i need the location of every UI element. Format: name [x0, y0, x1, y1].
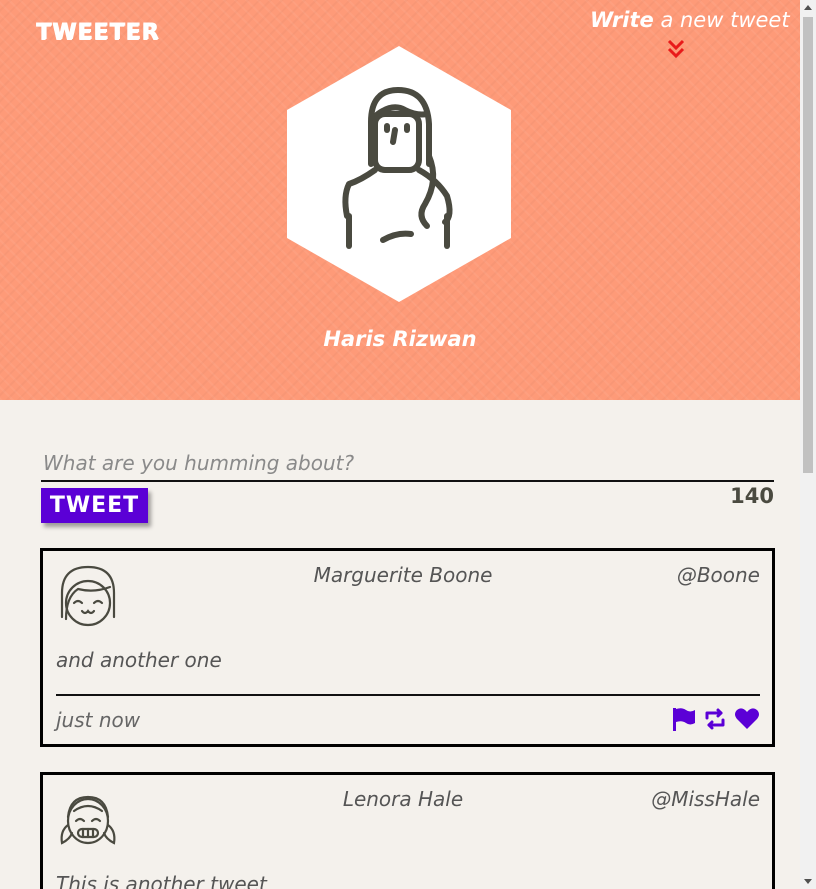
heart-icon[interactable]: [734, 706, 760, 732]
tweet-card: Lenora Hale @MissHale This is another tw…: [40, 772, 775, 889]
profile-name: Haris Rizwan: [323, 327, 477, 351]
tweet-actions: [670, 706, 760, 732]
tweet-card: Marguerite Boone @Boone and another one …: [40, 548, 775, 747]
flag-icon[interactable]: [670, 706, 696, 732]
chevron-double-down-icon[interactable]: [665, 38, 687, 60]
tweet-divider: [56, 694, 760, 696]
tweet-timestamp: just now: [56, 708, 141, 732]
tweet-author-handle[interactable]: @MissHale: [651, 787, 760, 811]
write-new-tweet-link[interactable]: Write a new tweet: [590, 8, 790, 32]
brand-logo[interactable]: TWEETER: [36, 20, 159, 45]
tweet-author-name[interactable]: Marguerite Boone: [273, 563, 533, 587]
user-avatar: [60, 795, 116, 845]
tweet-text: and another one: [56, 648, 222, 672]
scroll-up-arrow-icon[interactable]: [800, 0, 816, 16]
scroll-down-arrow-icon[interactable]: [800, 873, 816, 889]
page: TWEETER Write a new tweet Haris Rizwan W…: [0, 0, 800, 889]
tweet-submit-button[interactable]: TWEET: [41, 488, 148, 523]
write-link-text: a new tweet: [653, 8, 790, 32]
tweet-author-name[interactable]: Lenora Hale: [273, 787, 533, 811]
tweet-compose-input[interactable]: [41, 446, 774, 482]
scrollbar-thumb[interactable]: [803, 17, 813, 473]
tweet-text: This is another tweet: [56, 872, 267, 889]
profile-header: TWEETER Write a new tweet Haris Rizwan: [0, 0, 800, 400]
user-avatar: [60, 565, 116, 627]
retweet-icon[interactable]: [702, 706, 728, 732]
write-link-bold: Write: [590, 8, 654, 32]
profile-avatar: [287, 46, 511, 302]
vertical-scrollbar[interactable]: [800, 0, 816, 889]
character-counter: 140: [730, 484, 774, 508]
tweet-author-handle[interactable]: @Boone: [677, 563, 760, 587]
